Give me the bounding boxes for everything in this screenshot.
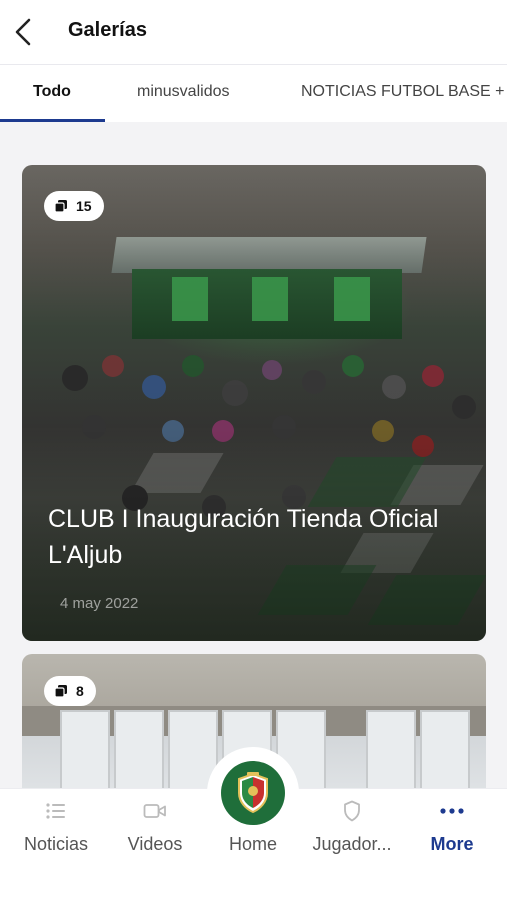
back-button[interactable] xyxy=(8,14,38,50)
more-dots-icon xyxy=(440,799,464,823)
category-tabs: Todo minusvalidos NOTICIAS FUTBOL BASE +… xyxy=(0,64,507,122)
nav-noticias[interactable]: Noticias xyxy=(18,789,94,869)
page-title: Galerías xyxy=(68,19,147,41)
gallery-card[interactable]: 15 CLUB I Inauguración Tienda Oficial L'… xyxy=(22,165,486,641)
nav-more[interactable]: More xyxy=(420,789,484,869)
club-crest-icon xyxy=(221,761,285,825)
tab-minusvalidos[interactable]: minusvalidos xyxy=(137,83,229,101)
gallery-title: CLUB I Inauguración Tienda Oficial L'Alj… xyxy=(48,505,439,569)
photo-count: 15 xyxy=(76,198,92,214)
app-header: Galerías xyxy=(0,0,507,64)
gallery-date: 4 may 2022 xyxy=(60,595,139,612)
list-icon xyxy=(45,799,67,823)
photo-count-badge: 8 xyxy=(44,676,96,706)
nav-jugadores[interactable]: Jugador... xyxy=(306,789,398,869)
home-fab-button[interactable] xyxy=(207,747,299,839)
shield-icon xyxy=(343,799,361,823)
photo-count-badge: 15 xyxy=(44,191,104,221)
photo-stack-icon xyxy=(54,199,68,213)
tab-todo[interactable]: Todo xyxy=(33,83,71,101)
gallery-list[interactable]: 15 CLUB I Inauguración Tienda Oficial L'… xyxy=(0,122,507,788)
photo-count: 8 xyxy=(76,683,84,699)
back-arrow-icon xyxy=(15,18,31,46)
video-camera-icon xyxy=(143,799,167,823)
photo-stack-icon xyxy=(54,684,68,698)
tab-noticias-futbol-base[interactable]: NOTICIAS FUTBOL BASE + FI xyxy=(301,83,507,101)
nav-videos[interactable]: Videos xyxy=(122,789,188,869)
